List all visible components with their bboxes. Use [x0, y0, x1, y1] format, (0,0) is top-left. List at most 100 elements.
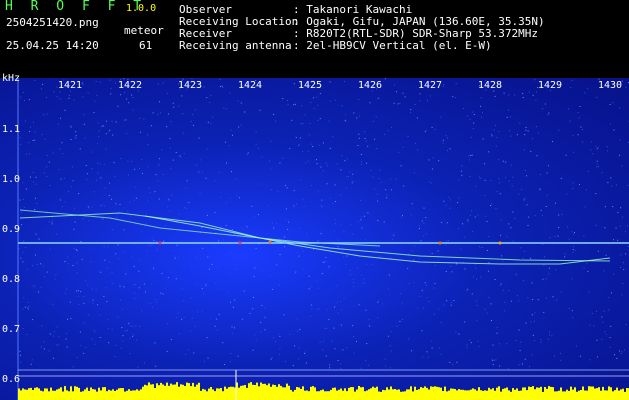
noise-pixel	[506, 116, 508, 118]
noise-pixel	[369, 102, 371, 104]
noise-pixel	[210, 94, 212, 96]
noise-pixel	[419, 295, 421, 297]
noise-pixel	[310, 315, 311, 317]
noise-pixel	[568, 238, 570, 240]
noise-pixel	[322, 170, 324, 172]
noise-pixel	[156, 248, 158, 250]
noise-pixel	[145, 291, 146, 293]
x-tick: 1430	[598, 80, 623, 91]
noise-pixel	[516, 134, 518, 136]
noise-pixel	[101, 125, 103, 127]
noise-pixel	[103, 125, 105, 127]
noise-pixel	[141, 172, 143, 174]
noise-pixel	[25, 120, 26, 122]
file-name: 2504251420.png	[6, 16, 99, 29]
amplitude-bar	[116, 389, 118, 400]
noise-pixel	[176, 244, 178, 246]
noise-pixel	[353, 336, 355, 337]
noise-pixel	[93, 329, 95, 331]
noise-pixel	[246, 256, 248, 258]
noise-pixel	[574, 232, 575, 234]
noise-pixel	[390, 331, 392, 332]
noise-pixel	[525, 126, 527, 128]
amplitude-bar	[212, 389, 214, 400]
noise-pixel	[318, 308, 320, 310]
amplitude-bar	[276, 386, 278, 400]
noise-pixel	[302, 199, 304, 201]
noise-pixel	[587, 170, 589, 172]
noise-pixel	[552, 140, 553, 142]
noise-pixel	[352, 173, 354, 175]
noise-pixel	[110, 87, 112, 89]
noise-pixel	[149, 245, 150, 246]
echo-head	[158, 241, 162, 245]
noise-pixel	[304, 205, 306, 207]
noise-pixel	[514, 94, 515, 96]
noise-pixel	[159, 158, 161, 160]
noise-pixel	[469, 159, 470, 161]
amplitude-bar	[144, 384, 146, 400]
amplitude-bar	[370, 388, 372, 400]
noise-pixel	[181, 288, 183, 290]
noise-pixel	[233, 327, 235, 329]
noise-pixel	[608, 297, 610, 299]
noise-pixel	[447, 137, 448, 139]
noise-pixel	[224, 364, 226, 365]
noise-pixel	[337, 312, 339, 314]
noise-pixel	[589, 359, 591, 361]
noise-pixel	[180, 156, 182, 158]
noise-pixel	[169, 138, 171, 140]
noise-pixel	[421, 220, 423, 222]
noise-pixel	[52, 220, 53, 222]
noise-pixel	[547, 114, 549, 116]
noise-pixel	[85, 280, 86, 282]
noise-pixel	[215, 318, 217, 320]
noise-pixel	[285, 184, 287, 186]
noise-pixel	[596, 160, 598, 162]
amplitude-bar	[200, 390, 202, 400]
noise-pixel	[238, 240, 240, 242]
noise-pixel	[352, 325, 354, 327]
noise-pixel	[170, 339, 172, 340]
amplitude-bar	[340, 388, 342, 400]
noise-pixel	[411, 350, 413, 352]
amplitude-bar	[306, 390, 308, 400]
noise-pixel	[554, 236, 556, 238]
noise-pixel	[477, 340, 479, 342]
noise-pixel	[360, 216, 362, 218]
noise-pixel	[55, 274, 57, 275]
noise-pixel	[303, 250, 305, 252]
noise-pixel	[482, 138, 484, 140]
noise-pixel	[596, 163, 598, 165]
noise-pixel	[112, 283, 114, 285]
noise-pixel	[206, 214, 208, 216]
amplitude-bar	[302, 386, 304, 400]
noise-pixel	[97, 122, 99, 124]
noise-pixel	[313, 97, 315, 99]
noise-pixel	[305, 351, 307, 353]
noise-pixel	[627, 184, 629, 186]
noise-pixel	[191, 318, 193, 319]
noise-pixel	[491, 358, 493, 360]
noise-pixel	[403, 185, 405, 187]
noise-pixel	[367, 212, 369, 214]
noise-pixel	[28, 142, 30, 144]
amplitude-bar	[184, 386, 186, 400]
noise-pixel	[308, 288, 310, 290]
noise-pixel	[22, 328, 24, 329]
noise-pixel	[300, 179, 302, 180]
noise-pixel	[282, 157, 284, 159]
noise-pixel	[133, 199, 135, 201]
amplitude-bar	[410, 386, 412, 400]
noise-pixel	[153, 239, 155, 241]
noise-pixel	[125, 330, 127, 332]
y-unit-label: kHz	[2, 73, 21, 84]
noise-pixel	[207, 357, 209, 359]
noise-pixel	[214, 180, 216, 182]
noise-pixel	[426, 284, 428, 286]
noise-pixel	[364, 138, 366, 139]
noise-pixel	[469, 339, 471, 341]
noise-pixel	[440, 322, 442, 324]
noise-pixel	[35, 176, 37, 178]
noise-pixel	[510, 164, 512, 166]
